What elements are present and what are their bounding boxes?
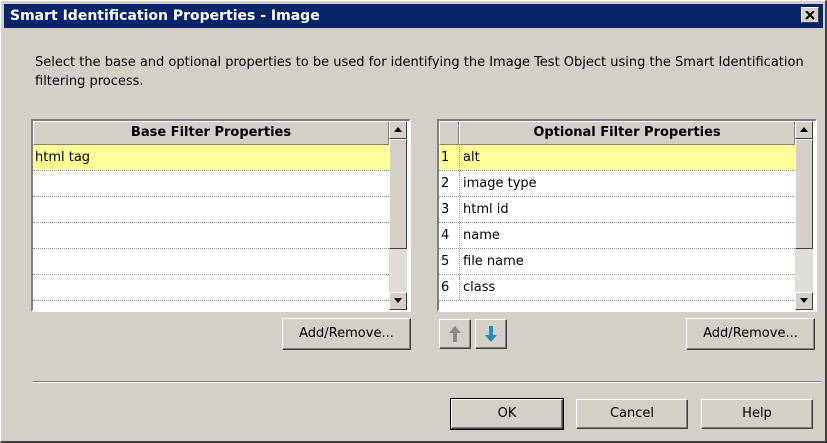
scroll-thumb[interactable] (795, 139, 813, 249)
row-number: 2 (441, 176, 450, 191)
optional-filter-num-header[interactable] (439, 121, 459, 145)
optional-filter-scrollbar[interactable] (795, 121, 813, 310)
base-filter-grid[interactable]: Base Filter Properties html tag (31, 119, 411, 312)
close-button[interactable] (801, 7, 819, 23)
separator (33, 381, 821, 383)
scroll-up-icon (394, 127, 402, 132)
arrow-down-icon (485, 326, 497, 342)
base-filter-row[interactable] (33, 275, 389, 301)
optional-filter-row[interactable]: 5 file name (439, 249, 795, 275)
optional-filter-header[interactable]: Optional Filter Properties (459, 121, 795, 145)
optional-filter-cell: html id (463, 202, 509, 217)
row-divider (459, 145, 461, 170)
window-title: Smart Identification Properties - Image (10, 8, 320, 24)
optional-filter-row[interactable]: 2 image type (439, 171, 795, 197)
row-number: 3 (441, 202, 450, 217)
cancel-button[interactable]: Cancel (576, 399, 688, 429)
row-divider (459, 171, 461, 196)
optional-add-remove-button[interactable]: Add/Remove... (686, 318, 815, 350)
row-divider (459, 223, 461, 248)
base-filter-cell: html tag (35, 150, 91, 165)
dialog: Smart Identification Properties - Image … (0, 0, 827, 443)
row-divider (459, 197, 461, 222)
row-number: 5 (441, 254, 450, 269)
row-number: 6 (441, 280, 450, 295)
row-divider (459, 275, 461, 300)
optional-filter-row[interactable]: 6 class (439, 275, 795, 301)
optional-filter-row[interactable]: 1 alt (439, 145, 795, 171)
move-up-button[interactable] (439, 319, 471, 349)
scroll-down-icon (800, 298, 808, 303)
cancel-label: Cancel (609, 406, 655, 421)
optional-filter-grid[interactable]: Optional Filter Properties 1 alt 2 image ty… (437, 119, 817, 312)
optional-add-remove-label: Add/Remove... (703, 326, 798, 341)
scroll-up-button[interactable] (795, 121, 813, 139)
scroll-down-button[interactable] (795, 292, 813, 310)
optional-filter-cell: name (463, 228, 500, 243)
optional-filter-cell: alt (463, 150, 480, 165)
title-bar[interactable]: Smart Identification Properties - Image (4, 4, 823, 28)
scroll-up-button[interactable] (389, 121, 407, 139)
row-divider (459, 249, 461, 274)
row-number: 1 (441, 150, 450, 165)
optional-filter-row[interactable]: 4 name (439, 223, 795, 249)
base-add-remove-button[interactable]: Add/Remove... (282, 318, 411, 350)
base-filter-header[interactable]: Base Filter Properties (33, 121, 389, 145)
optional-filter-row[interactable]: 3 html id (439, 197, 795, 223)
scroll-down-icon (394, 298, 402, 303)
move-down-button[interactable] (475, 319, 507, 349)
optional-filter-cell: class (463, 280, 496, 295)
base-filter-row[interactable] (33, 171, 389, 197)
scroll-thumb[interactable] (389, 139, 407, 249)
arrow-up-icon (449, 326, 461, 342)
base-filter-row[interactable] (33, 223, 389, 249)
base-filter-row[interactable] (33, 249, 389, 275)
help-label: Help (742, 406, 772, 421)
base-filter-row[interactable] (33, 197, 389, 223)
row-number: 4 (441, 228, 450, 243)
base-filter-row[interactable]: html tag (33, 145, 389, 171)
close-icon (805, 11, 815, 20)
base-filter-scrollbar[interactable] (389, 121, 407, 310)
help-button[interactable]: Help (701, 399, 813, 429)
description-text: Select the base and optional properties … (35, 55, 804, 89)
base-add-remove-label: Add/Remove... (299, 326, 394, 341)
optional-filter-cell: image type (463, 176, 537, 191)
ok-label: OK (497, 406, 517, 421)
ok-button[interactable]: OK (450, 398, 564, 430)
scroll-down-button[interactable] (389, 292, 407, 310)
scroll-up-icon (800, 127, 808, 132)
optional-filter-cell: file name (463, 254, 524, 269)
